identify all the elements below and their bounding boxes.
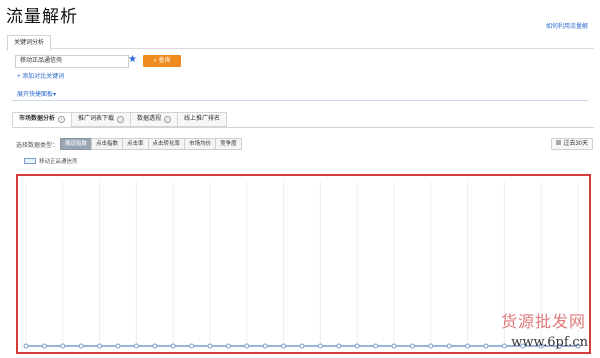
analysis-tabs: 市场数据分析? 推广词表下载? 数据透视? 线上推广排名: [12, 112, 228, 127]
data-point[interactable]: [97, 343, 103, 349]
data-point[interactable]: [152, 343, 158, 349]
expand-quick-panel-label: 展开快捷面板: [17, 92, 54, 98]
info-icon: ?: [58, 116, 66, 123]
data-point[interactable]: [23, 343, 29, 349]
data-point[interactable]: [336, 343, 342, 349]
query-button[interactable]: ⌕ 查询: [143, 55, 181, 67]
info-icon: ?: [164, 116, 172, 123]
data-point[interactable]: [281, 343, 287, 349]
info-icon: ?: [117, 116, 125, 123]
data-point[interactable]: [170, 343, 176, 349]
tab-keyword-analysis[interactable]: 关键词分析: [7, 35, 51, 51]
legend-swatch: [24, 158, 36, 164]
tab-label: 线上推广排名: [184, 116, 221, 122]
data-point[interactable]: [78, 343, 84, 349]
top-divider: [6, 48, 594, 49]
data-type-avg-price[interactable]: 市场均价: [184, 138, 216, 150]
tab-label: 推广词表下载: [78, 116, 115, 122]
period-selector[interactable]: ▦ 过去30天: [550, 138, 593, 150]
data-point[interactable]: [262, 343, 268, 349]
search-input[interactable]: 移动正品通信壳: [15, 55, 129, 68]
data-type-clicks[interactable]: 点击指数: [91, 138, 123, 150]
tab-keyword-download[interactable]: 推广词表下载?: [71, 112, 131, 127]
data-point[interactable]: [299, 343, 305, 349]
tabs-divider: [12, 127, 594, 128]
data-point[interactable]: [483, 343, 489, 349]
tab-label: 数据透视: [137, 116, 162, 122]
data-point[interactable]: [317, 343, 323, 349]
data-point[interactable]: [465, 343, 471, 349]
data-point[interactable]: [115, 343, 121, 349]
data-point[interactable]: [244, 343, 250, 349]
star-icon[interactable]: ★: [128, 54, 137, 66]
data-point[interactable]: [60, 343, 66, 349]
tab-market-data[interactable]: 市场数据分析?: [12, 112, 72, 127]
data-point[interactable]: [225, 343, 231, 349]
page-title: 流量解析: [6, 7, 78, 27]
data-point[interactable]: [354, 343, 360, 349]
data-type-impressions[interactable]: 展现指数: [60, 138, 92, 150]
data-point[interactable]: [133, 343, 139, 349]
data-point[interactable]: [207, 343, 213, 349]
data-point[interactable]: [391, 343, 397, 349]
query-button-label: 查询: [158, 58, 171, 64]
data-type-selector: 展现指数 点击指数 点击率 点击转化率 市场均价 竞争度: [60, 138, 242, 150]
tab-online-ranking[interactable]: 线上推广排名: [177, 112, 228, 127]
data-point[interactable]: [41, 343, 47, 349]
expand-quick-panel-link[interactable]: 展开快捷面板▾: [17, 89, 56, 98]
legend-label: 移动正品通信壳: [39, 159, 78, 165]
chart-legend[interactable]: 移动正品通信壳: [24, 157, 78, 165]
data-type-ctr[interactable]: 点击率: [122, 138, 148, 150]
data-point[interactable]: [373, 343, 379, 349]
tab-data-pivot[interactable]: 数据透视?: [130, 112, 178, 127]
period-label: 过去30天: [563, 141, 588, 147]
data-point[interactable]: [189, 343, 195, 349]
chevron-down-icon: ▾: [53, 92, 57, 98]
data-point[interactable]: [446, 343, 452, 349]
data-point[interactable]: [428, 343, 434, 349]
data-type-label: 选择数据类型：: [16, 143, 59, 149]
add-compare-keyword-link[interactable]: + 添加对比关键词: [17, 71, 64, 80]
help-link[interactable]: 如何利用流量解: [546, 21, 588, 30]
section-divider: [12, 100, 588, 101]
data-type-competition[interactable]: 竞争度: [215, 138, 242, 150]
data-type-conversion[interactable]: 点击转化率: [147, 138, 185, 150]
watermark-title: 货源批发网: [500, 312, 586, 331]
tab-label: 市场数据分析: [19, 116, 56, 122]
data-point[interactable]: [409, 343, 415, 349]
watermark-url: www.6pf.cn: [511, 335, 588, 350]
data-point[interactable]: [501, 343, 507, 349]
